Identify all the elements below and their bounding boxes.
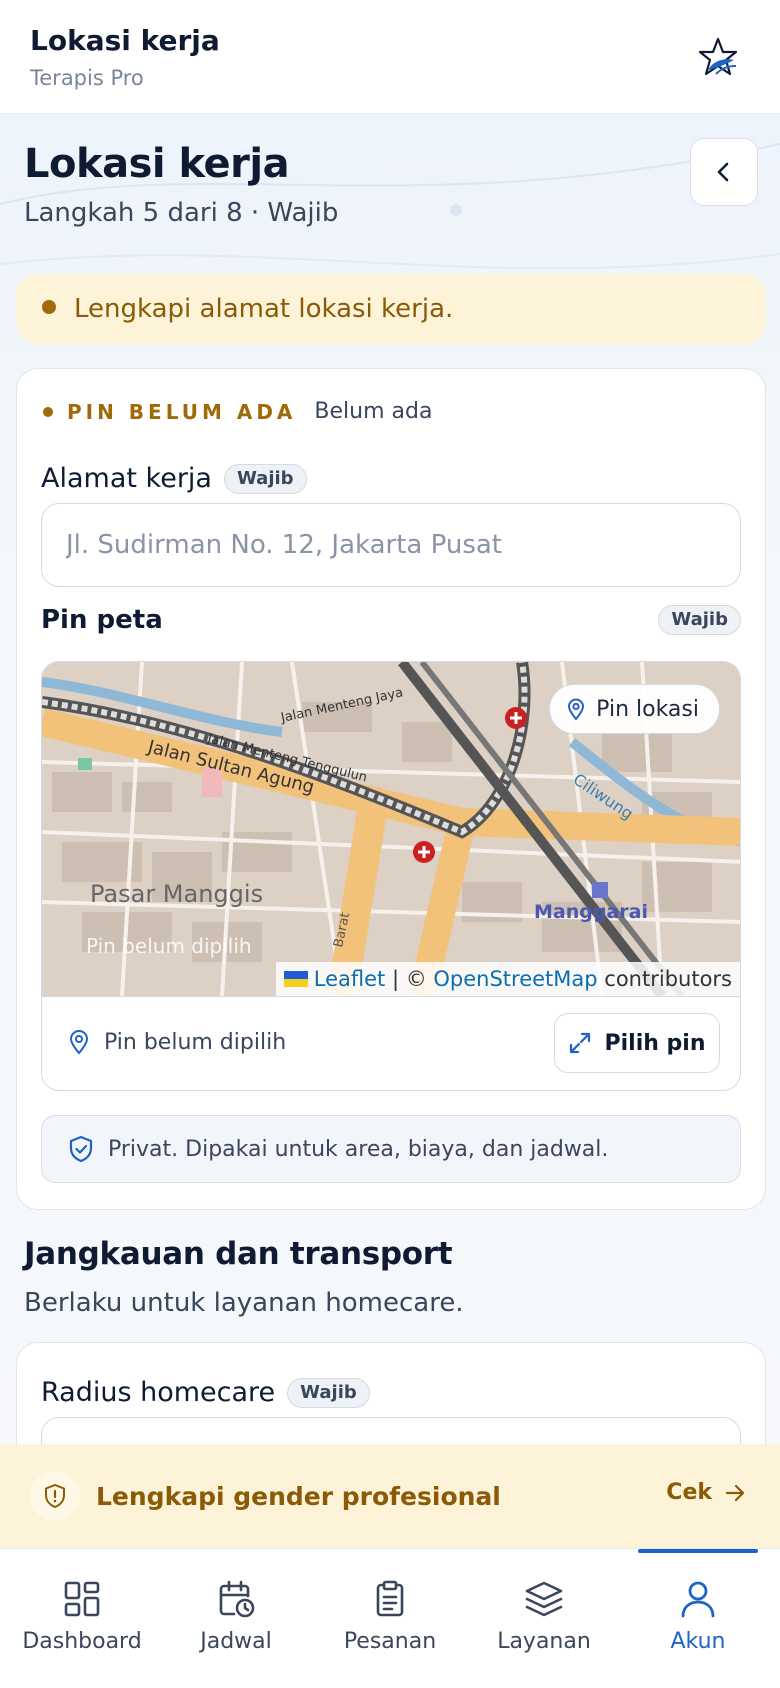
map-label: Manggarai <box>534 901 648 923</box>
section-title: Jangkauan dan transport <box>24 1236 453 1272</box>
app-bar-title: Lokasi kerja <box>30 24 220 57</box>
pin-location-button[interactable]: Pin lokasi <box>549 684 720 734</box>
user-icon <box>681 1581 715 1618</box>
page-header: Lokasi kerja Langkah 5 dari 8 · Wajib <box>24 138 338 228</box>
status-value: Belum ada <box>314 399 433 424</box>
pin-status-row: Pin belum dipilih <box>68 1029 286 1055</box>
map-view[interactable]: Jalan Menteng Jaya Jalan Menteng Tenggul… <box>42 662 740 996</box>
star-leaf-logo-icon <box>696 36 740 80</box>
pin-status: PIN BELUM ADA Belum ada <box>43 399 432 424</box>
required-badge: Wajib <box>658 605 741 635</box>
attribution-suffix: contributors <box>597 967 732 991</box>
section-subtitle: Berlaku untuk layanan homecare. <box>24 1288 464 1318</box>
dashboard-grid-icon <box>64 1581 100 1617</box>
step-indicator: Langkah 5 dari 8 · Wajib <box>24 198 339 228</box>
layers-icon <box>525 1581 563 1617</box>
privacy-text: Privat. Dipakai untuk area, biaya, dan j… <box>108 1136 609 1162</box>
app-bar: Lokasi kerja Terapis Pro <box>0 0 780 114</box>
page-title: Lokasi kerja <box>24 141 290 187</box>
nav-label: Layanan <box>497 1629 591 1654</box>
notice-action-label: Cek <box>666 1480 712 1505</box>
address-label: Alamat kerja <box>41 463 212 494</box>
pin-header: Pin peta Wajib <box>41 605 741 635</box>
required-badge: Wajib <box>287 1377 370 1408</box>
notice-action-button[interactable]: Cek <box>666 1480 746 1505</box>
clipboard-icon <box>376 1580 404 1617</box>
status-dot-icon <box>43 406 53 417</box>
chevron-left-icon <box>717 162 729 182</box>
radius-label: Radius homecare <box>41 1377 276 1408</box>
map-pin-icon <box>568 698 585 720</box>
bottom-notice[interactable]: Lengkapi gender profesional Cek <box>0 1444 780 1548</box>
attribution-separator: | © <box>385 967 434 991</box>
nav-label: Dashboard <box>22 1629 142 1654</box>
warning-banner: Lengkapi alamat lokasi kerja. <box>16 274 766 344</box>
nav-label: Akun <box>670 1629 726 1654</box>
radius-label-row: Radius homecare Wajib <box>41 1377 370 1408</box>
nav-item-akun[interactable]: Akun <box>620 1549 776 1688</box>
osm-link[interactable]: OpenStreetMap <box>433 967 597 991</box>
pick-pin-button[interactable]: Pilih pin <box>554 1013 720 1073</box>
map-footer: Pin belum dipilih Pilih pin <box>42 996 740 1090</box>
nav-item-dashboard[interactable]: Dashboard <box>4 1549 160 1688</box>
required-badge: Wajib <box>223 463 307 494</box>
back-button[interactable] <box>690 138 758 206</box>
arrow-right-icon <box>725 1484 745 1501</box>
warning-text: Lengkapi alamat lokasi kerja. <box>74 294 454 324</box>
expand-icon <box>570 1032 591 1054</box>
nav-item-pesanan[interactable]: Pesanan <box>312 1549 468 1688</box>
bottom-navigation: Dashboard Jadwal Pesanan Layanan Akun <box>0 1548 780 1688</box>
map-overlay-text: Pin belum dipilih <box>86 934 252 958</box>
warning-dot-icon <box>42 300 56 314</box>
privacy-note: Privat. Dipakai untuk area, biaya, dan j… <box>41 1115 741 1183</box>
shield-alert-icon <box>30 1471 80 1521</box>
location-card: PIN BELUM ADA Belum ada Alamat kerja Waj… <box>16 368 766 1210</box>
pin-location-label: Pin lokasi <box>596 696 699 722</box>
shield-check-icon <box>69 1135 93 1163</box>
nav-label: Jadwal <box>200 1629 272 1654</box>
address-input[interactable] <box>41 503 741 587</box>
ukraine-flag-icon <box>283 971 308 987</box>
leaflet-link[interactable]: Leaflet <box>314 967 386 991</box>
map-container: Jalan Menteng Jaya Jalan Menteng Tenggul… <box>41 661 741 1091</box>
pin-title: Pin peta <box>41 605 163 635</box>
status-label: PIN BELUM ADA <box>67 399 297 424</box>
nav-label: Pesanan <box>343 1629 437 1654</box>
range-section-header: Jangkauan dan transport Berlaku untuk la… <box>24 1236 464 1318</box>
pick-pin-label: Pilih pin <box>604 1030 706 1056</box>
pin-status-text: Pin belum dipilih <box>104 1029 287 1055</box>
notice-text: Lengkapi gender profesional <box>96 1481 501 1511</box>
nav-item-layanan[interactable]: Layanan <box>466 1549 622 1688</box>
app-bar-subtitle: Terapis Pro <box>30 66 144 90</box>
map-label: Pasar Manggis <box>90 880 263 908</box>
map-attribution: Leaflet | © OpenStreetMap contributors <box>275 962 740 996</box>
map-pin-icon <box>69 1030 89 1055</box>
calendar-clock-icon <box>219 1580 255 1618</box>
address-label-row: Alamat kerja Wajib <box>41 463 307 494</box>
nav-item-jadwal[interactable]: Jadwal <box>158 1549 314 1688</box>
